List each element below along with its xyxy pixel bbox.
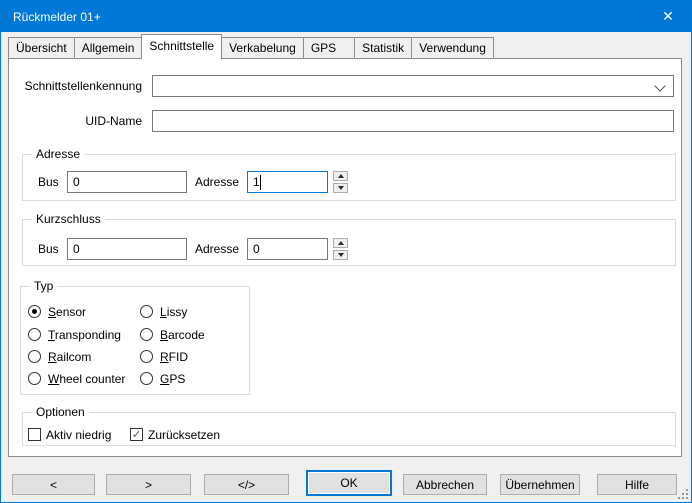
options-group: Optionen Aktiv niedrig ✓ Zurücksetzen [22, 412, 676, 446]
cancel-button-label: Abbrechen [416, 478, 474, 492]
radio-railcom[interactable] [28, 350, 41, 363]
address-bus-label: Bus [38, 175, 59, 189]
short-circuit-group: Kurzschluss Bus 0 Adresse 0 [22, 219, 676, 266]
spin-up-button[interactable] [333, 238, 348, 248]
interface-id-combobox[interactable] [152, 75, 674, 97]
code-button[interactable]: </> [204, 474, 289, 495]
address-address-value: 1 [253, 175, 260, 189]
ok-button-label: OK [340, 476, 357, 490]
radio-selected-dot [32, 309, 37, 314]
spin-down-icon [338, 186, 344, 190]
radio-rfid-label[interactable]: RFID [160, 349, 188, 365]
tab-verwendung[interactable]: Verwendung [411, 37, 494, 59]
checkbox-aktiv-niedrig-label[interactable]: Aktiv niedrig [46, 427, 111, 443]
address-bus-value: 0 [73, 175, 80, 189]
address-address-label: Adresse [195, 175, 239, 189]
ok-button[interactable]: OK [306, 470, 392, 496]
radio-lissy[interactable] [140, 305, 153, 318]
spin-up-icon [338, 241, 344, 245]
dialog-window: Rückmelder 01+ ✕ Übersicht Allgemein Sch… [0, 0, 692, 503]
tab-allgemein[interactable]: Allgemein [74, 37, 143, 59]
spin-up-icon [338, 174, 344, 178]
close-button[interactable]: ✕ [645, 1, 691, 32]
short-circuit-address-spinner [333, 238, 348, 260]
address-group: Adresse Bus 0 Adresse 1 [22, 154, 676, 201]
tab-gps[interactable]: GPS [303, 37, 355, 59]
radio-gps-label[interactable]: GPS [160, 371, 185, 387]
tab-uebersicht[interactable]: Übersicht [8, 37, 75, 59]
radio-wheel-counter[interactable] [28, 372, 41, 385]
radio-transponding-label[interactable]: Transponding [48, 327, 121, 343]
spin-down-button[interactable] [333, 250, 348, 260]
checkbox-zuruecksetzen-label[interactable]: Zurücksetzen [148, 427, 220, 443]
radio-barcode[interactable] [140, 328, 153, 341]
prev-button[interactable]: < [12, 474, 95, 495]
tab-page-schnittstelle: Schnittstellenkennung UID-Name Adresse B… [8, 58, 682, 457]
short-circuit-address-label: Adresse [195, 242, 239, 256]
radio-transponding[interactable] [28, 328, 41, 341]
type-group-title: Typ [30, 279, 57, 294]
type-group: Typ Sensor Transponding Railcom Wheel co… [20, 286, 250, 395]
radio-gps[interactable] [140, 372, 153, 385]
tab-statistik[interactable]: Statistik [354, 37, 412, 59]
radio-sensor[interactable] [28, 305, 41, 318]
uid-name-label: UID-Name [9, 114, 142, 128]
checkbox-zuruecksetzen[interactable]: ✓ [130, 428, 143, 441]
radio-barcode-label[interactable]: Barcode [160, 327, 205, 343]
resize-grip-icon[interactable] [676, 487, 688, 499]
next-button-label: > [145, 478, 152, 492]
spin-up-button[interactable] [333, 171, 348, 181]
short-circuit-bus-input[interactable]: 0 [67, 238, 187, 260]
titlebar[interactable]: Rückmelder 01+ [1, 1, 691, 32]
checkbox-aktiv-niedrig[interactable] [28, 428, 41, 441]
radio-lissy-label[interactable]: Lissy [160, 304, 187, 320]
short-circuit-bus-label: Bus [38, 242, 59, 256]
spin-down-button[interactable] [333, 183, 348, 193]
radio-sensor-label[interactable]: Sensor [48, 304, 86, 320]
interface-id-label: Schnittstellenkennung [9, 79, 142, 93]
spin-down-icon [338, 253, 344, 257]
address-bus-input[interactable]: 0 [67, 171, 187, 193]
text-caret [260, 175, 261, 190]
short-circuit-group-title: Kurzschluss [32, 212, 105, 227]
address-address-spinner [333, 171, 348, 193]
cancel-button[interactable]: Abbrechen [403, 474, 487, 495]
short-circuit-address-value: 0 [253, 242, 260, 256]
apply-button-label: Übernehmen [505, 478, 574, 492]
address-group-title: Adresse [32, 147, 84, 162]
short-circuit-address-input[interactable]: 0 [247, 238, 328, 260]
radio-wheel-counter-label[interactable]: Wheel counter [48, 371, 125, 387]
prev-button-label: < [50, 478, 57, 492]
help-button[interactable]: Hilfe [597, 474, 677, 495]
radio-railcom-label[interactable]: Railcom [48, 349, 91, 365]
check-icon: ✓ [132, 428, 141, 441]
apply-button[interactable]: Übernehmen [500, 474, 580, 495]
uid-name-input[interactable] [152, 110, 674, 132]
help-button-label: Hilfe [625, 478, 649, 492]
tab-bar: Übersicht Allgemein Schnittstelle Verkab… [8, 34, 493, 59]
options-group-title: Optionen [32, 405, 89, 420]
next-button[interactable]: > [106, 474, 191, 495]
window-title: Rückmelder 01+ [13, 10, 101, 24]
close-icon: ✕ [662, 8, 674, 25]
code-button-label: </> [238, 478, 255, 492]
tab-verkabelung[interactable]: Verkabelung [221, 37, 304, 59]
short-circuit-bus-value: 0 [73, 242, 80, 256]
tab-schnittstelle[interactable]: Schnittstelle [141, 34, 222, 59]
radio-rfid[interactable] [140, 350, 153, 363]
address-address-input[interactable]: 1 [247, 171, 328, 193]
chevron-down-icon [654, 80, 665, 91]
